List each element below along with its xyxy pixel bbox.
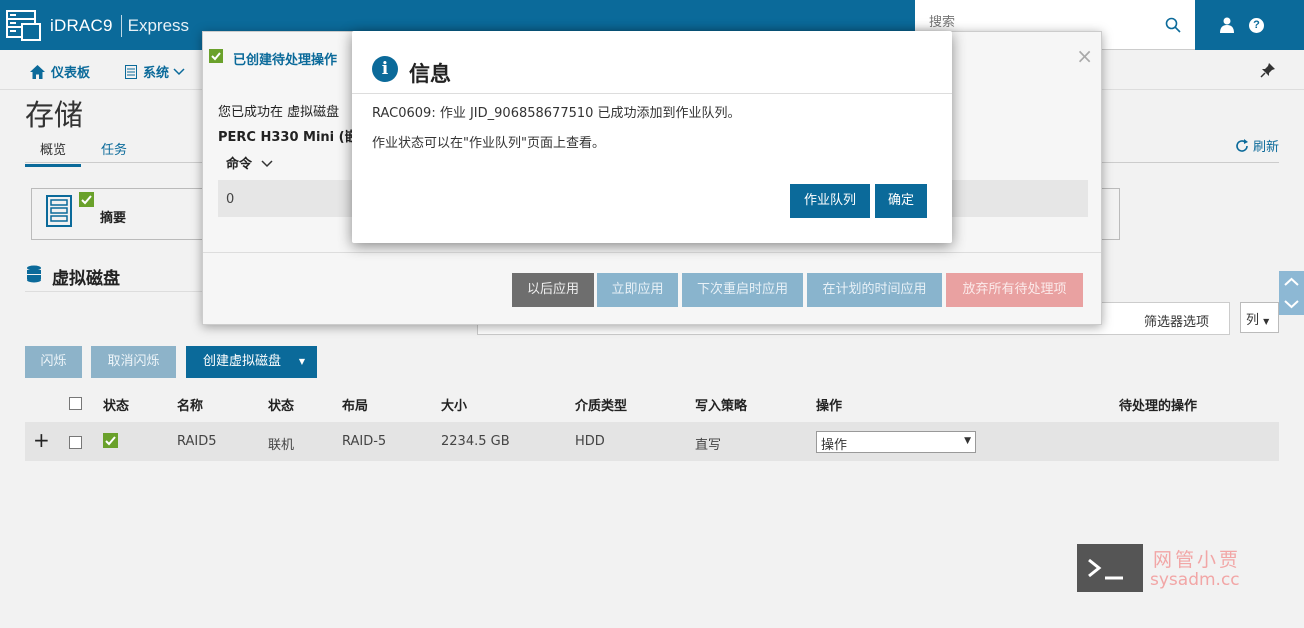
th-status[interactable]: 状态 — [103, 395, 129, 414]
nav-dashboard[interactable]: 仪表板 — [30, 62, 90, 81]
page-title: 存储 — [25, 98, 84, 132]
pin-icon[interactable] — [1260, 62, 1276, 78]
search-icon[interactable] — [1165, 17, 1181, 33]
user-icon[interactable] — [1220, 17, 1234, 33]
apply-next-reboot-button[interactable]: 下次重启时应用 — [682, 273, 803, 307]
th-layout[interactable]: 布局 — [342, 395, 368, 414]
filter-options-label[interactable]: 筛选器选项 — [1144, 311, 1209, 330]
terminal-icon — [1077, 544, 1143, 592]
close-icon[interactable]: × — [1076, 44, 1093, 68]
commands-label: 命令 — [226, 157, 253, 172]
help-icon[interactable]: ? — [1249, 18, 1264, 33]
pending-dialog-controller: PERC H330 Mini (嵌入 — [218, 130, 371, 145]
info-dialog-title: 信息 — [409, 62, 451, 86]
th-state[interactable]: 状态 — [268, 395, 294, 414]
th-actions: 操作 — [816, 399, 843, 414]
watermark-text-cn: 网管小贾 — [1153, 549, 1242, 571]
refresh-label: 刷新 — [1252, 140, 1279, 155]
th-size[interactable]: 大小 — [441, 395, 467, 414]
cell-write-policy: 直写 — [695, 438, 722, 453]
nav-system[interactable]: 系统 — [125, 62, 191, 81]
info-message-job-status: 作业状态可以在"作业队列"页面上查看。 — [372, 136, 605, 151]
chevron-down-icon: ▼ — [964, 436, 971, 446]
search-input[interactable] — [929, 15, 1159, 30]
expand-icon[interactable]: + — [33, 428, 50, 452]
server-logo-icon — [6, 10, 41, 41]
refresh-button[interactable]: 刷新 — [1235, 136, 1279, 155]
row-checkbox[interactable] — [69, 436, 82, 449]
controller-icon — [46, 195, 72, 227]
table-row: + RAID5 联机 RAID-5 2234.5 GB HDD 直写 操作 ▼ — [25, 422, 1279, 461]
chevron-down-icon[interactable] — [1279, 293, 1304, 315]
scroll-arrows[interactable] — [1279, 271, 1304, 315]
info-dialog-header: i 信息 — [352, 31, 952, 94]
database-icon — [27, 265, 41, 283]
summary-label: 摘要 — [100, 211, 127, 226]
action-select[interactable]: 操作 ▼ — [816, 431, 976, 453]
pending-dialog-title: 已创建待处理操作 — [233, 53, 338, 68]
columns-label: 列 — [1246, 313, 1260, 328]
cell-media: HDD — [575, 434, 605, 449]
watermark: 网管小贾 sysadm.cc — [1077, 544, 1253, 592]
select-all-checkbox[interactable] — [69, 397, 82, 410]
nav-system-label: 系统 — [143, 66, 170, 81]
home-icon — [30, 64, 45, 79]
brand-edition: Express — [127, 16, 190, 35]
nav-dashboard-label: 仪表板 — [51, 66, 91, 81]
virtual-disks-title: 虚拟磁盘 — [52, 269, 120, 289]
caret-down-icon: ▼ — [1263, 317, 1270, 326]
commands-toggle[interactable]: 命令 — [226, 153, 273, 172]
chevron-down-icon — [173, 67, 185, 75]
tab-jobs[interactable]: 任务 — [101, 139, 127, 158]
info-dialog: i 信息 RAC0609: 作业 JID_906858677510 已成功添加到… — [352, 31, 952, 243]
commands-grid-value: 0 — [226, 192, 235, 207]
status-ok-icon — [79, 192, 94, 207]
caret-down-icon: ▼ — [298, 357, 305, 366]
status-ok-icon — [103, 433, 118, 448]
cell-layout: RAID-5 — [342, 434, 387, 449]
apply-scheduled-button[interactable]: 在计划的时间应用 — [807, 273, 942, 307]
watermark-text-domain: sysadm.cc — [1150, 570, 1240, 590]
columns-dropdown[interactable]: 列 ▼ — [1240, 302, 1279, 333]
th-pending-operations: 待处理的操作 — [1119, 399, 1198, 414]
table-header: 状态 名称 状态 布局 大小 介质类型 写入策略 操作 待处理的操作 — [25, 392, 1279, 416]
brand-divider — [120, 15, 122, 37]
tab-overview[interactable]: 概览 — [25, 139, 82, 167]
brand-name: iDRAC9 — [50, 16, 113, 35]
job-queue-button[interactable]: 作业队列 — [790, 184, 870, 218]
th-media-type[interactable]: 介质类型 — [575, 395, 627, 414]
apply-later-button[interactable]: 以后应用 — [512, 273, 594, 307]
brand: iDRAC9 Express — [6, 8, 189, 44]
create-virtual-disk-label: 创建虚拟磁盘 — [203, 354, 282, 369]
create-virtual-disk-button[interactable]: 创建虚拟磁盘 ▼ — [186, 346, 317, 378]
th-name[interactable]: 名称 — [177, 395, 203, 414]
discard-pending-button[interactable]: 放弃所有待处理项 — [946, 273, 1083, 307]
cell-name: RAID5 — [177, 434, 217, 449]
chevron-down-icon — [261, 160, 273, 168]
cell-size: 2234.5 GB — [441, 434, 510, 449]
refresh-icon — [1236, 138, 1248, 152]
apply-now-button[interactable]: 立即应用 — [597, 273, 678, 307]
info-message-job-added: RAC0609: 作业 JID_906858677510 已成功添加到作业队列。 — [372, 106, 741, 121]
terminal-prompt-icon — [1088, 558, 1123, 580]
action-select-value: 操作 — [821, 438, 848, 453]
cell-state: 联机 — [268, 438, 295, 453]
chevron-up-icon[interactable] — [1279, 271, 1304, 293]
pending-dialog-message: 您已成功在 虚拟磁盘 — [218, 105, 340, 120]
info-icon: i — [372, 56, 398, 82]
blink-button[interactable]: 闪烁 — [25, 346, 82, 378]
ok-button[interactable]: 确定 — [875, 184, 927, 218]
dialog-divider — [203, 252, 1101, 253]
unblink-button[interactable]: 取消闪烁 — [91, 346, 176, 378]
th-write-policy[interactable]: 写入策略 — [695, 395, 747, 414]
status-ok-icon — [209, 49, 223, 63]
system-icon — [125, 64, 137, 79]
